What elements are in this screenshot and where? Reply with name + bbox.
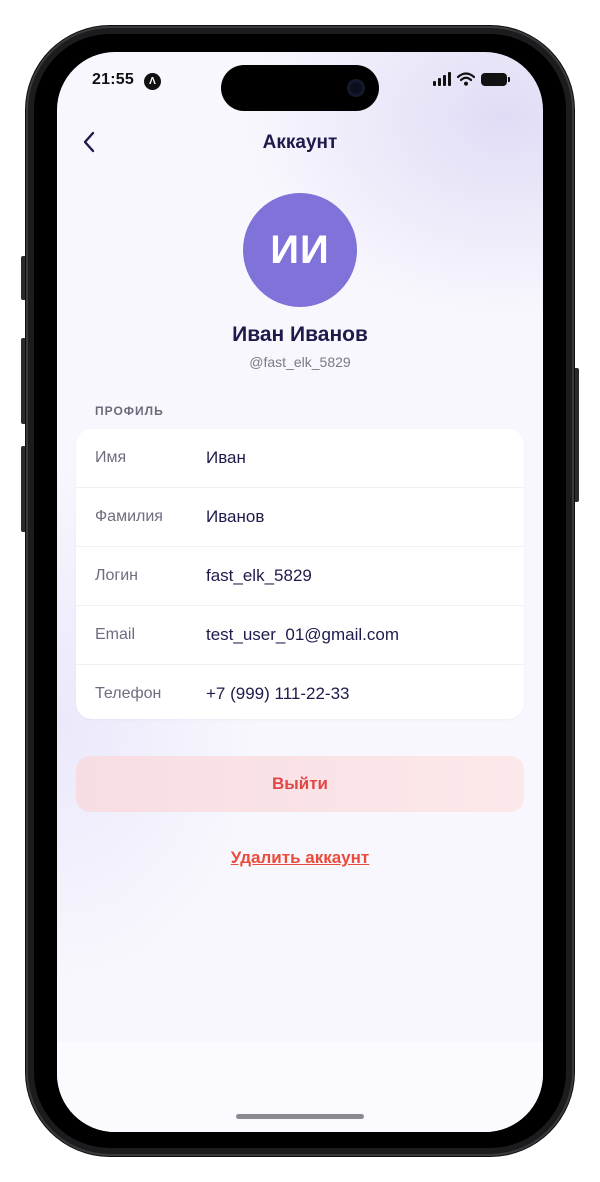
page-title: Аккаунт <box>262 132 338 153</box>
profile-row-email[interactable]: Email test_user_01@gmail.com <box>76 606 524 665</box>
profile-row-last-name[interactable]: Фамилия Иванов <box>76 488 524 547</box>
profile-row-phone[interactable]: Телефон +7 (999) 111-22-33 <box>76 665 524 719</box>
avatar: ИИ <box>243 193 357 307</box>
wifi-icon <box>457 72 475 86</box>
row-value: Иванов <box>206 507 265 526</box>
row-value: +7 (999) 111-22-33 <box>206 684 350 703</box>
front-camera <box>347 79 365 97</box>
profile-row-first-name[interactable]: Имя Иван <box>76 429 524 488</box>
app-activity-badge-icon: Λ <box>144 73 161 90</box>
power-button <box>574 368 579 502</box>
delete-account-link[interactable]: Удалить аккаунт <box>57 848 543 868</box>
profile-card: Имя Иван Фамилия Иванов Логин fast_elk_5… <box>76 429 524 719</box>
row-label: Логин <box>95 567 139 584</box>
row-value: Иван <box>206 448 246 467</box>
profile-row-login[interactable]: Логин fast_elk_5829 <box>76 547 524 606</box>
row-label: Имя <box>95 449 127 466</box>
home-indicator[interactable] <box>236 1114 364 1119</box>
row-label: Email <box>95 626 136 643</box>
status-time: 21:55 <box>92 71 134 88</box>
battery-icon <box>481 72 510 86</box>
section-label-profile: ПРОФИЛЬ <box>95 404 164 418</box>
user-handle: @fast_elk_5829 <box>249 354 351 370</box>
user-full-name: Иван Иванов <box>232 323 368 346</box>
status-indicators <box>433 72 510 86</box>
dynamic-island <box>221 65 379 111</box>
app-screen: 21:55 Λ Аккаунт ИИ Иван Иванов @fast_elk… <box>57 52 543 1132</box>
row-value: fast_elk_5829 <box>206 566 312 585</box>
row-value: test_user_01@gmail.com <box>206 625 400 644</box>
row-label: Телефон <box>95 685 162 702</box>
row-label: Фамилия <box>95 508 163 525</box>
cellular-signal-icon <box>433 72 451 86</box>
logout-button[interactable]: Выйти <box>76 756 524 812</box>
